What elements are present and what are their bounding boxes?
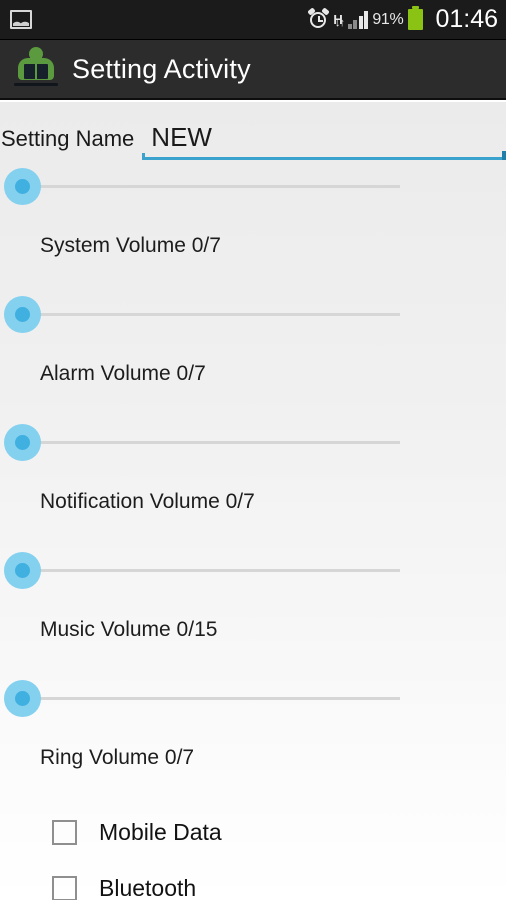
slider-row-system-volume: System Volume 0/7 [0,164,506,292]
slider-row-music-volume: Music Volume 0/15 [0,548,506,676]
checkbox-mobile-data[interactable] [52,819,77,845]
alarm-clock-icon [307,7,331,30]
seekbar-thumb[interactable] [4,680,41,717]
image-notification-icon [10,10,32,29]
setting-name-input[interactable] [142,122,506,157]
seekbar-track [22,697,400,700]
network-type-icon: H ↓↑ [333,11,345,29]
setting-name-field-wrap [142,122,506,164]
seekbar-track [22,569,400,572]
person-reading-book-icon[interactable] [12,46,60,92]
status-bar-clock: 01:46 [435,5,498,33]
slider-row-notification-volume: Notification Volume 0/7 [0,420,506,548]
checkbox-label-mobile-data: Mobile Data [99,818,222,845]
seekbar-ring-volume[interactable] [0,676,506,722]
setting-name-underline [142,151,506,160]
status-bar: H ↓↑ 91% 01:46 [0,0,506,40]
seekbar-music-volume[interactable] [0,548,506,594]
checkbox-row-bluetooth[interactable]: Bluetooth [0,860,506,900]
slider-row-ring-volume: Ring Volume 0/7 [0,676,506,804]
seekbar-track [22,313,400,316]
setting-name-row: Setting Name [0,102,506,164]
checkbox-label-bluetooth: Bluetooth [99,874,197,900]
battery-icon [408,6,424,30]
seekbar-track [22,185,400,188]
settings-content: Setting Name System Volume 0/7 Alarm Vol… [0,102,506,900]
slider-label-system-volume: System Volume 0/7 [40,234,221,257]
slider-label-notification-volume: Notification Volume 0/7 [40,490,255,513]
page-title: Setting Activity [72,53,251,84]
slider-label-ring-volume: Ring Volume 0/7 [40,746,195,769]
seekbar-alarm-volume[interactable] [0,292,506,338]
seekbar-system-volume[interactable] [0,164,506,210]
signal-bars-icon [347,10,369,29]
data-arrows-icon: ↓↑ [334,16,345,29]
slider-label-alarm-volume: Alarm Volume 0/7 [40,362,206,385]
seekbar-thumb[interactable] [4,552,41,589]
action-bar: Setting Activity [0,40,506,100]
seekbar-notification-volume[interactable] [0,420,506,466]
setting-name-label: Setting Name [1,126,135,151]
status-bar-left [0,10,308,29]
slider-label-music-volume: Music Volume 0/15 [40,618,218,641]
seekbar-thumb[interactable] [4,168,41,205]
seekbar-track [22,441,400,444]
slider-row-alarm-volume: Alarm Volume 0/7 [0,292,506,420]
checkbox-row-mobile-data[interactable]: Mobile Data [0,804,506,860]
battery-percent-label: 91% [372,10,404,28]
seekbar-thumb[interactable] [4,296,41,333]
android-screen: H ↓↑ 91% 01:46 Setting Activity Setting … [0,0,506,900]
checkbox-bluetooth[interactable] [52,875,77,900]
seekbar-thumb[interactable] [4,424,41,461]
status-bar-right: H ↓↑ 91% 01:46 [307,5,506,33]
